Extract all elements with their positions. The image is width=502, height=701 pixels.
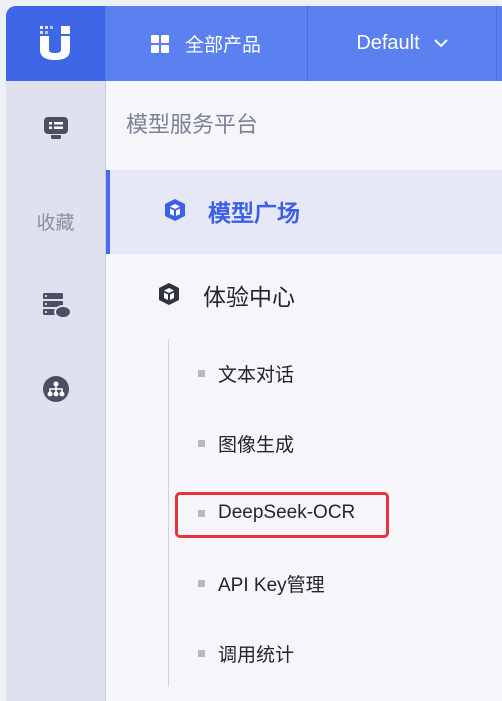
submenu-item-api-key[interactable]: API Key管理: [106, 557, 502, 609]
submenu-item-image-generation[interactable]: 图像生成: [106, 417, 502, 469]
all-products-button[interactable]: 全部产品: [105, 6, 307, 81]
bullet: [198, 369, 205, 377]
network-icon: [42, 376, 69, 402]
all-products-label: 全部产品: [184, 34, 261, 56]
menu-panel: 模型服务平台 模型广场 体验中心 文本对话 图像生成 DeepSeek-OCR …: [106, 81, 502, 701]
bullet: [198, 649, 205, 657]
rail-item-favorites[interactable]: 收藏: [6, 208, 105, 235]
project-selector-label: Default: [356, 32, 420, 54]
submenu-label: 调用统计: [218, 644, 295, 666]
submenu-item-usage-stats[interactable]: 调用统计: [106, 627, 502, 679]
rail-item-network[interactable]: [6, 375, 105, 403]
submenu-label: 图像生成: [218, 434, 295, 456]
favorites-label: 收藏: [36, 212, 75, 234]
menu-item-experience-center[interactable]: 体验中心: [106, 254, 502, 338]
logo-container[interactable]: [6, 6, 105, 81]
rail-item-server[interactable]: [6, 291, 105, 319]
menu-item-model-plaza[interactable]: 模型广场: [106, 170, 502, 254]
cube-icon: [159, 283, 179, 305]
left-rail: 收藏: [6, 81, 106, 701]
menu-item-label: 模型广场: [208, 201, 300, 227]
submenu-label: API Key管理: [218, 574, 325, 596]
server-cloud-icon: [42, 293, 71, 319]
rail-item-console[interactable]: [6, 115, 105, 141]
grid-icon: [150, 34, 169, 53]
app-frame: 全部产品 Default 收藏 模型服务平台 模型广场 体验中心 文本对话 图像…: [6, 6, 502, 701]
top-header: 全部产品 Default: [6, 6, 502, 81]
highlight-annotation: [175, 492, 389, 538]
chevron-down-icon: [433, 39, 448, 48]
project-selector[interactable]: Default: [308, 6, 496, 81]
submenu-label: 文本对话: [218, 364, 295, 386]
panel-title: 模型服务平台: [126, 113, 259, 138]
cube-icon: [165, 199, 185, 221]
bullet: [198, 439, 205, 447]
bullet: [198, 579, 205, 587]
u-logo: [40, 26, 70, 60]
header-divider-right: [496, 6, 497, 81]
monitor-icon: [43, 117, 68, 139]
menu-item-label: 体验中心: [203, 285, 295, 311]
submenu-item-text-chat[interactable]: 文本对话: [106, 347, 502, 399]
